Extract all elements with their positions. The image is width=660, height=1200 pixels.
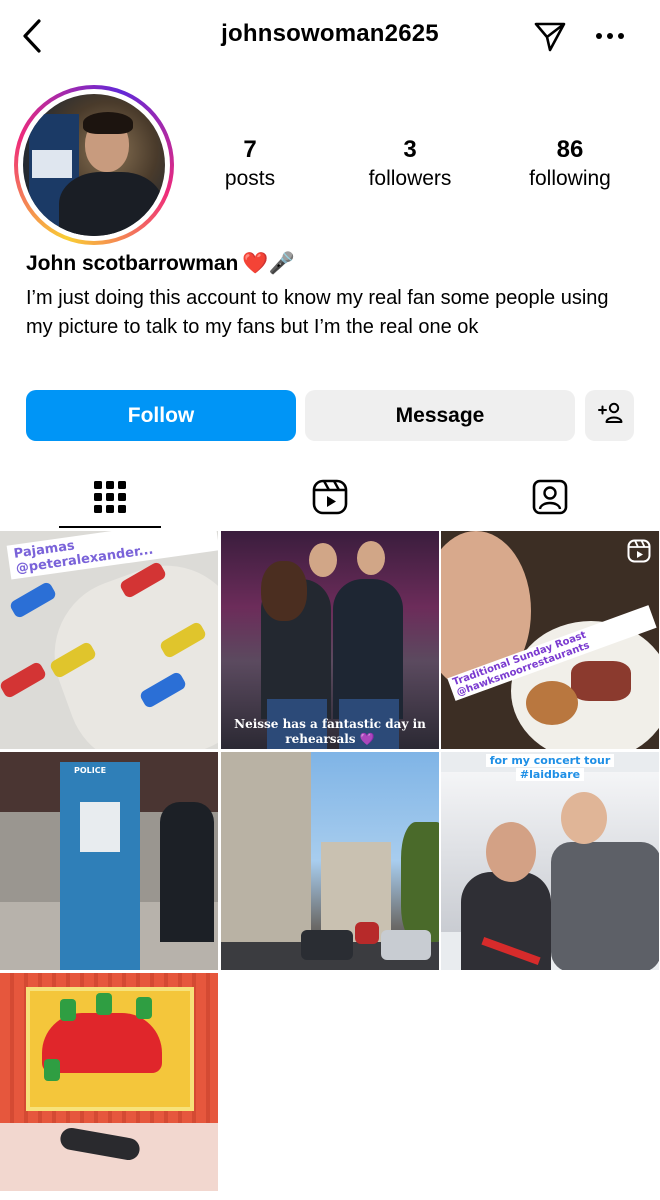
post-thumbnail[interactable]: Traditional Sunday Roast @hawksmoorresta… <box>441 531 659 749</box>
stat-label: following <box>529 167 611 190</box>
stat-value: 3 <box>403 136 417 163</box>
tagged-icon <box>532 479 568 520</box>
avatar <box>23 94 165 236</box>
profile-bio: I’m just doing this account to know my r… <box>26 287 609 338</box>
follow-button[interactable]: Follow <box>26 390 296 441</box>
post-caption: Neisse has a fantastic day in rehearsals… <box>234 717 426 746</box>
tab-tagged[interactable] <box>499 468 601 530</box>
tab-reels[interactable] <box>279 468 381 530</box>
post-caption: POLICE <box>74 766 107 775</box>
stat-label: posts <box>224 167 276 190</box>
display-name-emojis: ❤️🎤 <box>242 252 295 275</box>
add-user-button[interactable] <box>585 390 634 441</box>
stat-label: followers <box>368 167 452 190</box>
post-caption-hashtag: #laidbare <box>515 768 585 781</box>
message-button[interactable]: Message <box>305 390 575 441</box>
post-thumbnail[interactable]: Neisse has a fantastic day in rehearsals… <box>221 531 439 749</box>
display-name: John scotbarrowman ❤️🎤 <box>26 252 295 276</box>
grid-icon <box>93 480 127 519</box>
profile-header: johnsowoman2625 <box>0 0 660 72</box>
paper-plane-icon[interactable] <box>528 16 572 56</box>
stat-following[interactable]: 86 following <box>490 135 650 193</box>
active-tab-indicator <box>59 526 161 528</box>
reel-icon <box>627 539 651 568</box>
reels-icon <box>312 479 348 520</box>
add-user-icon <box>597 402 623 430</box>
stat-posts[interactable]: 7 posts <box>170 135 330 193</box>
post-caption: for my concert tour #laidbare <box>441 754 659 782</box>
stat-followers[interactable]: 3 followers <box>330 135 490 193</box>
post-thumbnail[interactable] <box>0 973 218 1191</box>
post-thumbnail[interactable]: for my concert tour #laidbare <box>441 752 659 970</box>
profile-stats: 7 posts 3 followers 86 following <box>170 135 650 193</box>
post-caption-line: for my concert tour <box>485 754 615 767</box>
story-ring[interactable] <box>14 85 174 245</box>
post-thumbnail[interactable]: Pajamas @peteralexander... <box>0 531 218 749</box>
tab-grid[interactable] <box>59 468 161 530</box>
post-thumbnail[interactable] <box>221 752 439 970</box>
stat-value: 86 <box>556 136 584 163</box>
stat-value: 7 <box>243 136 257 163</box>
display-name-text: John scotbarrowman <box>26 252 239 275</box>
post-thumbnail[interactable]: POLICE <box>0 752 218 970</box>
ellipsis-icon[interactable] <box>588 16 632 56</box>
profile-tabs <box>0 468 660 530</box>
